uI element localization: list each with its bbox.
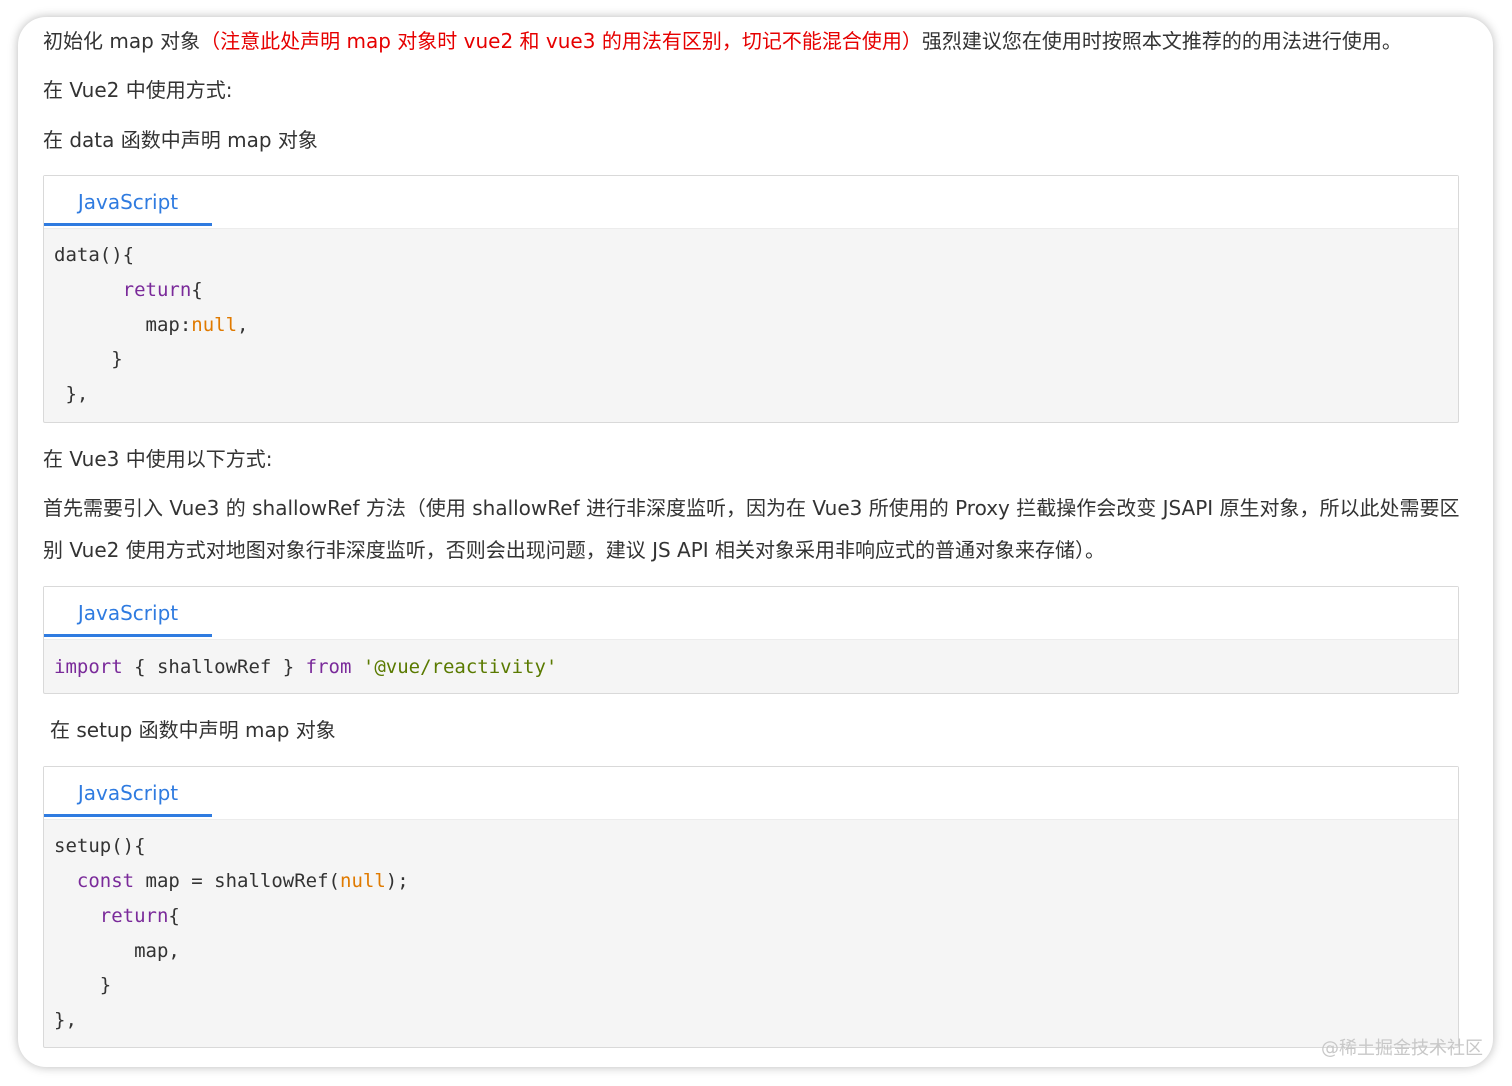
code-text: map,: [54, 940, 180, 962]
code-line: const map = shallowRef(null);: [54, 868, 409, 894]
code-text: },: [54, 383, 89, 405]
code-text: {: [191, 279, 203, 301]
code-block-vue2: JavaScript data(){ return{ map:null, } }…: [43, 175, 1459, 423]
intro-warning: （注意此处声明 map 对象时 vue2 和 vue3 的用法有区别，切记不能混…: [200, 29, 922, 53]
code-string: '@vue/reactivity': [362, 656, 558, 678]
code-text: map = shallowRef(: [134, 870, 340, 892]
code-block-import: JavaScript import { shallowRef } from '@…: [43, 586, 1459, 694]
code-text: { shallowRef }: [122, 656, 306, 678]
code-text: ,: [237, 314, 249, 336]
code-line: data(){: [54, 242, 134, 268]
code-header: JavaScript: [44, 767, 1458, 820]
code-line: map,: [54, 938, 180, 964]
site-watermark: @稀土掘金技术社区: [1321, 1038, 1483, 1059]
code-text: {: [168, 905, 180, 927]
article-card: 初始化 map 对象（注意此处声明 map 对象时 vue2 和 vue3 的用…: [18, 17, 1493, 1067]
code-line: }: [54, 346, 123, 372]
language-tab[interactable]: JavaScript: [44, 767, 212, 817]
code-text: setup(){: [54, 835, 146, 857]
code-text: },: [54, 1009, 77, 1031]
code-keyword: return: [122, 279, 192, 301]
code-line: return{: [54, 903, 180, 929]
code-line: setup(){: [54, 833, 146, 859]
code-line: }: [54, 972, 111, 998]
code-line: return{: [54, 277, 203, 303]
code-text: );: [385, 870, 409, 892]
vue2-heading: 在 Vue2 中使用方式:: [43, 78, 233, 102]
intro-suffix: 强烈建议您在使用时按照本文推荐的的用法进行使用。: [921, 29, 1402, 53]
language-tab[interactable]: JavaScript: [44, 176, 212, 226]
code-text: data(){: [54, 244, 135, 266]
language-tab[interactable]: JavaScript: [44, 587, 212, 637]
code-text: map:: [54, 314, 192, 336]
vue3-setup-text: 在 setup 函数中声明 map 对象: [50, 718, 336, 742]
code-text: }: [54, 348, 123, 370]
code-header: JavaScript: [44, 587, 1458, 640]
code-line: },: [54, 381, 88, 407]
code-line: map:null,: [54, 312, 249, 338]
code-block-vue3-setup: JavaScript setup(){ const map = shallowR…: [43, 766, 1459, 1048]
code-line: import { shallowRef } from '@vue/reactiv…: [54, 654, 557, 680]
code-line: },: [54, 1007, 77, 1033]
code-header: JavaScript: [44, 176, 1458, 229]
intro-prefix: 初始化 map 对象: [43, 29, 201, 53]
vue3-heading: 在 Vue3 中使用以下方式:: [43, 447, 273, 471]
code-keyword: return: [99, 905, 169, 927]
code-literal: null: [340, 870, 386, 892]
vue2-data-text: 在 data 函数中声明 map 对象: [43, 128, 318, 152]
code-literal: null: [191, 314, 238, 336]
code-text: }: [54, 974, 112, 996]
code-keyword: import: [54, 656, 123, 678]
code-keyword: const: [76, 870, 135, 892]
vue3-description: 首先需要引入 Vue3 的 shallowRef 方法（使用 shallowRe…: [43, 496, 1460, 562]
code-keyword: from: [305, 656, 352, 678]
intro-paragraph: 初始化 map 对象（注意此处声明 map 对象时 vue2 和 vue3 的用…: [43, 28, 1402, 54]
